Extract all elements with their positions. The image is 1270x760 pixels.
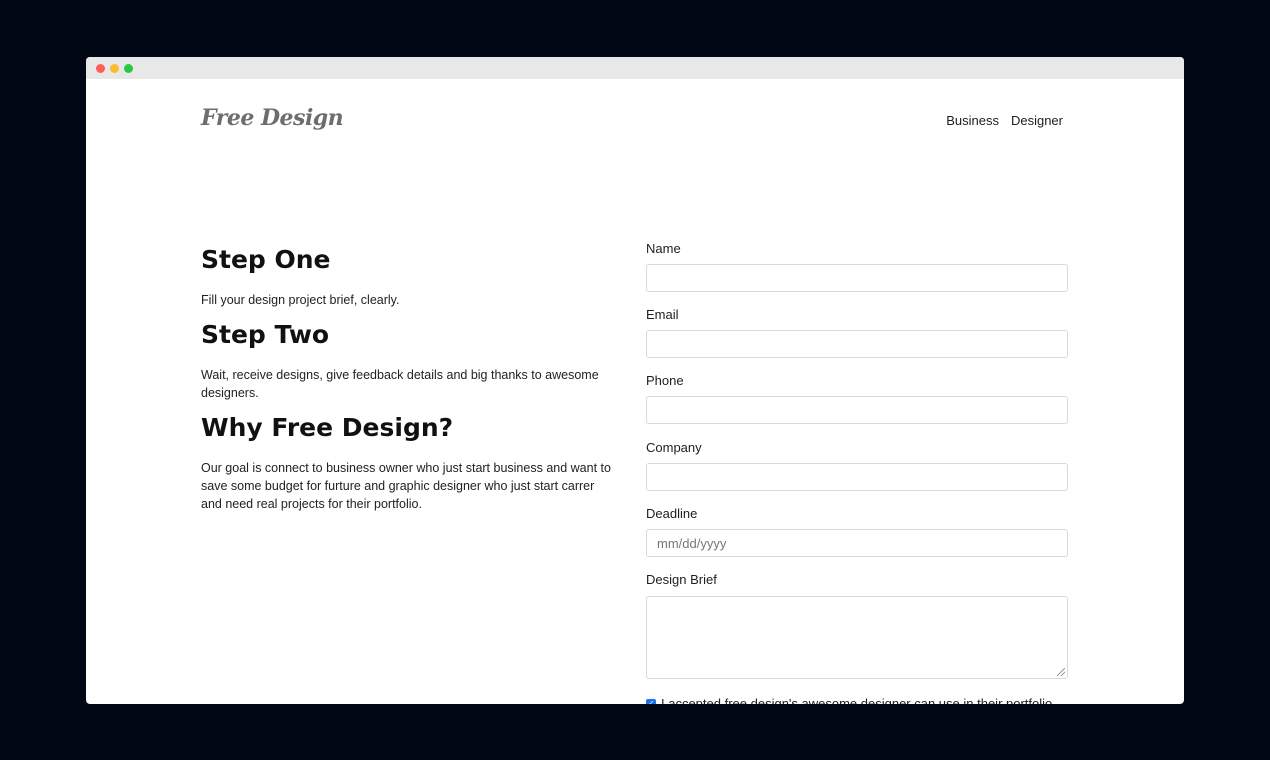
design-brief-textarea[interactable] xyxy=(646,596,1068,679)
consent-checkbox[interactable]: ✓ xyxy=(646,698,656,704)
consent-label: I accepted free design's awesome designe… xyxy=(661,696,1053,704)
company-label: Company xyxy=(646,440,702,455)
window-titlebar xyxy=(86,57,1184,79)
step-one-text: Fill your design project brief, clearly. xyxy=(201,293,400,307)
name-field[interactable] xyxy=(646,264,1068,292)
nav-business-link[interactable]: Business xyxy=(946,113,999,128)
phone-field[interactable] xyxy=(646,396,1068,424)
step-two-heading: Step Two xyxy=(201,320,330,349)
design-brief-label: Design Brief xyxy=(646,572,717,587)
name-label: Name xyxy=(646,241,681,256)
deadline-field[interactable] xyxy=(646,529,1068,557)
email-field[interactable] xyxy=(646,330,1068,358)
nav-designer-link[interactable]: Designer xyxy=(1011,113,1063,128)
email-label: Email xyxy=(646,307,679,322)
step-two-text: Wait, receive designs, give feedback det… xyxy=(201,368,599,400)
close-window-button[interactable] xyxy=(96,64,105,73)
portfolio-consent[interactable]: ✓ I accepted free design's awesome desig… xyxy=(646,696,1052,704)
maximize-window-button[interactable] xyxy=(124,64,133,73)
company-field[interactable] xyxy=(646,463,1068,491)
why-heading: Why Free Design? xyxy=(201,413,454,442)
why-text: Our goal is connect to business owner wh… xyxy=(201,461,611,511)
main-nav: Business Designer xyxy=(946,113,1063,128)
minimize-window-button[interactable] xyxy=(110,64,119,73)
phone-label: Phone xyxy=(646,373,684,388)
browser-window: Free Design Business Designer Step One F… xyxy=(86,57,1184,704)
site-logo[interactable]: Free Design xyxy=(201,105,344,131)
deadline-label: Deadline xyxy=(646,506,698,521)
resize-handle-icon[interactable] xyxy=(1057,668,1065,676)
step-one-heading: Step One xyxy=(201,245,331,274)
